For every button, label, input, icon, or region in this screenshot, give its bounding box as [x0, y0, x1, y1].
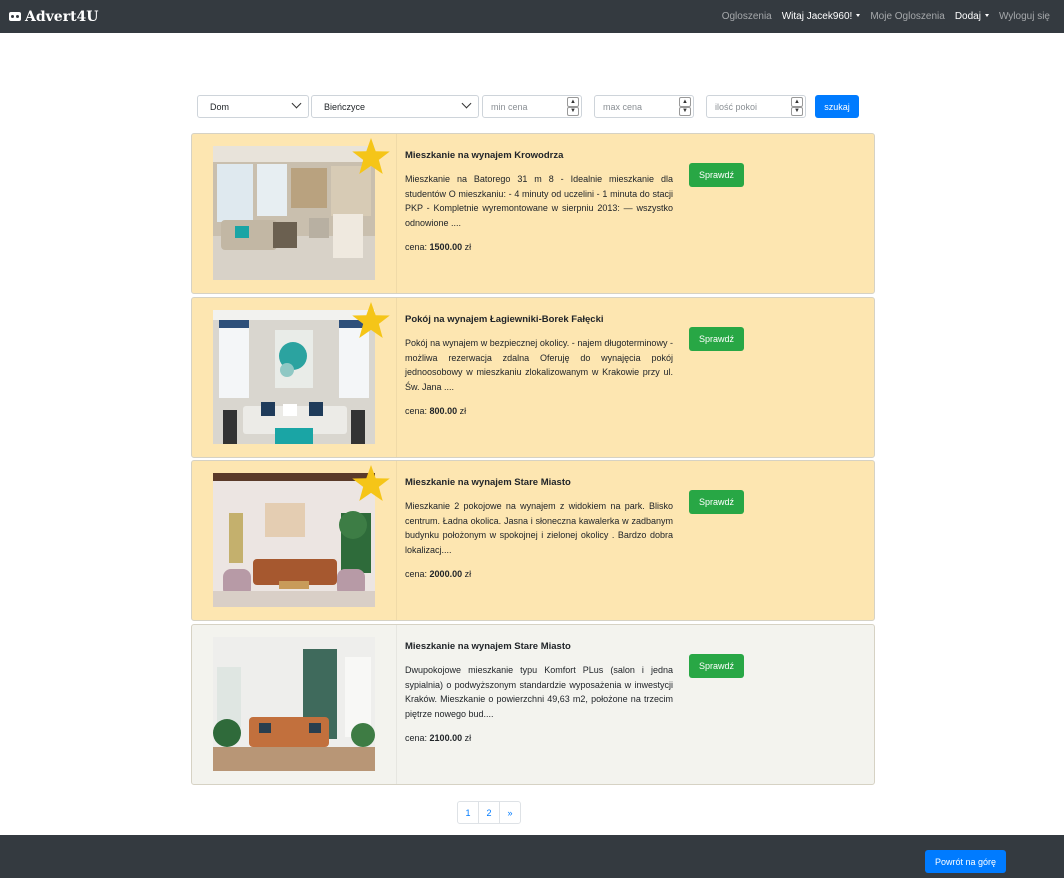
listing-image-column — [192, 625, 397, 784]
min-price-placeholder: min cena — [491, 101, 528, 112]
brand-logo[interactable]: Advert4U — [9, 9, 99, 25]
property-type-value: Dom — [210, 101, 230, 112]
spinner-arrows-icon[interactable]: ▲ ▼ — [679, 97, 691, 116]
star-icon — [352, 302, 390, 338]
chevron-down-icon — [291, 98, 302, 109]
caret-down-icon — [856, 14, 861, 17]
listing-description: Pokój na wynajem w bezpiecznej okolicy. … — [405, 338, 673, 392]
min-price-input[interactable]: min cena ▲ ▼ — [482, 95, 582, 118]
back-to-top-button[interactable]: Powrót na górę — [925, 850, 1006, 873]
listing-image-column — [192, 461, 397, 620]
user-greeting: Witaj Jacek960! — [781, 11, 853, 22]
listing-body: Mieszkanie na wynajem Krowodrza Mieszkan… — [405, 150, 673, 252]
listing-title[interactable]: Pokój na wynajem Łagiewniki-Borek Fałęck… — [405, 314, 673, 325]
listing-body: Pokój na wynajem Łagiewniki-Borek Fałęck… — [405, 314, 673, 416]
nav-moje-ogloszenia-link[interactable]: Moje Ogloszenia — [865, 11, 949, 22]
car-icon — [9, 12, 21, 21]
logout-link[interactable]: Wyloguj się — [994, 11, 1055, 22]
district-select[interactable]: Bieńczyce — [311, 95, 479, 118]
listing-title[interactable]: Mieszkanie na wynajem Stare Miasto — [405, 477, 673, 488]
spinner-arrows-icon[interactable]: ▲ ▼ — [791, 97, 803, 116]
listing-photo[interactable] — [213, 146, 375, 280]
page-1-link[interactable]: 1 — [457, 801, 479, 824]
next-page-link[interactable]: » — [499, 801, 521, 824]
listing-price: cena: 2100.00 zł — [405, 733, 472, 743]
listing-title[interactable]: Mieszkanie na wynajem Stare Miasto — [405, 641, 673, 652]
rooms-input[interactable]: ilość pokoi ▲ ▼ — [706, 95, 806, 118]
check-listing-button[interactable]: Sprawdź — [689, 327, 744, 351]
pagination: 1 2 » — [457, 801, 521, 824]
footer: Powrót na górę — [0, 835, 1064, 878]
spinner-arrows-icon[interactable]: ▲ ▼ — [567, 97, 579, 116]
listing-description: Dwupokojowe mieszkanie typu Komfort PLus… — [405, 665, 673, 719]
listing-photo[interactable] — [213, 473, 375, 607]
page-2-link[interactable]: 2 — [478, 801, 500, 824]
max-price-placeholder: max cena — [603, 101, 643, 112]
listing-image-column — [192, 298, 397, 457]
brand-name: Advert4U — [25, 8, 99, 25]
rooms-placeholder: ilość pokoi — [715, 101, 758, 112]
listing-price: cena: 800.00 zł — [405, 406, 467, 416]
property-type-select[interactable]: Dom — [197, 95, 309, 118]
max-price-input[interactable]: max cena ▲ ▼ — [594, 95, 694, 118]
listing-description: Mieszkanie 2 pokojowe na wynajem z widok… — [405, 501, 673, 555]
add-dropdown[interactable]: Dodaj — [950, 11, 994, 22]
listing-price: cena: 2000.00 zł — [405, 569, 472, 579]
nav-ogloszenia-link[interactable]: Ogloszenia — [717, 11, 777, 22]
listing-card: Mieszkanie na wynajem Krowodrza Mieszkan… — [191, 133, 875, 294]
district-value: Bieńczyce — [324, 101, 366, 112]
nav-links: Ogloszenia Witaj Jacek960! Moje Ogloszen… — [717, 11, 1055, 22]
listing-description: Mieszkanie na Batorego 31 m 8 - Idealnie… — [405, 174, 673, 228]
star-icon — [352, 138, 390, 174]
listing-card: Mieszkanie na wynajem Stare Miasto Dwupo… — [191, 624, 875, 785]
navbar: Advert4U Ogloszenia Witaj Jacek960! Moje… — [0, 0, 1064, 33]
caret-down-icon — [984, 14, 989, 17]
user-menu-dropdown[interactable]: Witaj Jacek960! — [777, 11, 866, 22]
listing-price: cena: 1500.00 zł — [405, 242, 472, 252]
search-button[interactable]: szukaj — [815, 95, 859, 118]
chevron-down-icon — [461, 98, 472, 109]
listing-card: Pokój na wynajem Łagiewniki-Borek Fałęck… — [191, 297, 875, 458]
listing-photo[interactable] — [213, 637, 375, 771]
listing-photo[interactable] — [213, 310, 375, 444]
listing-image-column — [192, 134, 397, 293]
check-listing-button[interactable]: Sprawdź — [689, 490, 744, 514]
listing-card: Mieszkanie na wynajem Stare Miasto Miesz… — [191, 460, 875, 621]
check-listing-button[interactable]: Sprawdź — [689, 163, 744, 187]
star-icon — [352, 465, 390, 501]
check-listing-button[interactable]: Sprawdź — [689, 654, 744, 678]
listing-title[interactable]: Mieszkanie na wynajem Krowodrza — [405, 150, 673, 161]
add-label: Dodaj — [954, 11, 981, 22]
listing-body: Mieszkanie na wynajem Stare Miasto Dwupo… — [405, 641, 673, 743]
listing-body: Mieszkanie na wynajem Stare Miasto Miesz… — [405, 477, 673, 579]
